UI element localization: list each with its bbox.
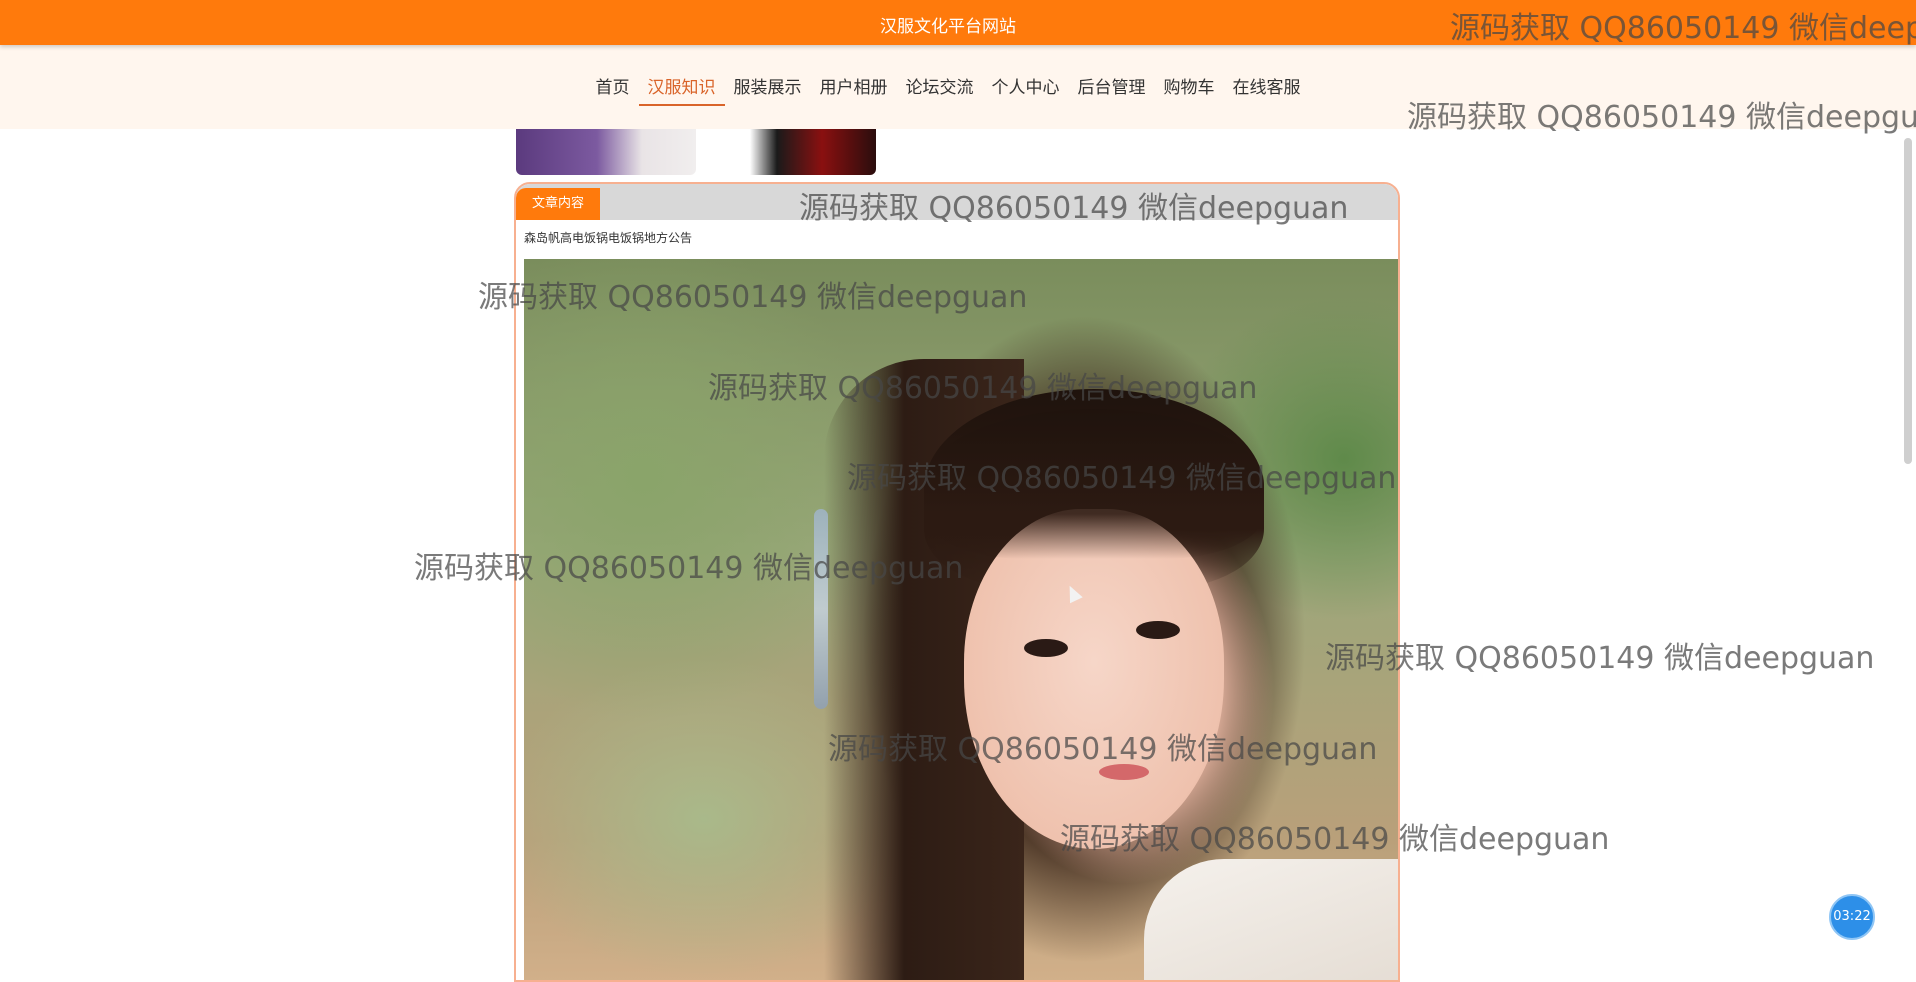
- site-header: 汉服文化平台网站: [0, 0, 1916, 45]
- site-title: 汉服文化平台网站: [880, 17, 1016, 37]
- main-nav: 首页 汉服知识 服装展示 用户相册 论坛交流 个人中心 后台管理 购物车 在线客…: [0, 45, 1916, 129]
- scrollbar[interactable]: [1904, 138, 1912, 464]
- article-header: 文章内容: [516, 184, 1398, 220]
- nav-item-home[interactable]: 首页: [587, 76, 639, 106]
- photo-hairpin: [814, 509, 828, 709]
- nav-list: 首页 汉服知识 服装展示 用户相册 论坛交流 个人中心 后台管理 购物车 在线客…: [0, 76, 1896, 106]
- article-image: [524, 259, 1398, 980]
- nav-item-user-album[interactable]: 用户相册: [811, 76, 897, 106]
- photo-fringe: [924, 409, 1264, 559]
- nav-item-admin[interactable]: 后台管理: [1069, 76, 1155, 106]
- gallery-thumbnail[interactable]: [696, 129, 876, 175]
- photo-collar: [1144, 859, 1398, 980]
- photo-eye: [1024, 639, 1068, 657]
- nav-item-clothing-display[interactable]: 服装展示: [725, 76, 811, 106]
- nav-item-personal-center[interactable]: 个人中心: [983, 76, 1069, 106]
- article-panel: 文章内容 森岛帆高电饭锅电饭锅地方公告: [514, 182, 1400, 982]
- nav-item-online-service[interactable]: 在线客服: [1224, 76, 1310, 106]
- nav-item-forum[interactable]: 论坛交流: [897, 76, 983, 106]
- photo-face: [964, 509, 1224, 849]
- nav-item-cart[interactable]: 购物车: [1155, 76, 1224, 106]
- article-content-tab[interactable]: 文章内容: [516, 188, 600, 220]
- article-title: 森岛帆高电饭锅电饭锅地方公告: [524, 231, 693, 245]
- nav-item-hanfu-knowledge[interactable]: 汉服知识: [638, 76, 725, 106]
- photo-lips: [1099, 764, 1149, 780]
- watermark: 源码获取 QQ86050149 微信deepguan: [1325, 641, 1875, 676]
- gallery-thumbnail[interactable]: [516, 129, 696, 175]
- photo-eye: [1136, 621, 1180, 639]
- timer-badge[interactable]: 03:22: [1829, 894, 1875, 940]
